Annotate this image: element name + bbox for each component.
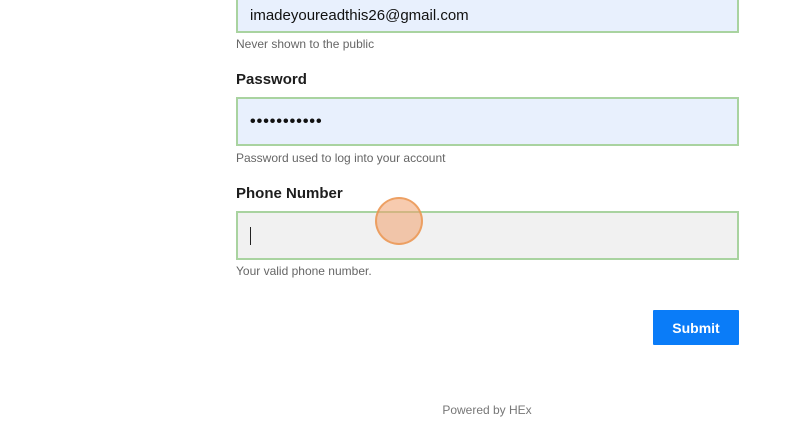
- page: imadeyoureadthis26@gmail.com Never shown…: [0, 0, 799, 437]
- password-value: •••••••••••: [250, 112, 323, 130]
- footer: Powered by HEx: [0, 403, 799, 417]
- phone-hint: Your valid phone number.: [236, 264, 372, 278]
- email-value: imadeyoureadthis26@gmail.com: [250, 7, 469, 24]
- password-hint: Password used to log into your account: [236, 151, 446, 165]
- password-input[interactable]: •••••••••••: [236, 97, 739, 146]
- click-indicator: [375, 197, 423, 245]
- phone-label: Phone Number: [236, 185, 343, 202]
- email-hint: Never shown to the public: [236, 37, 375, 51]
- phone-input[interactable]: [236, 211, 739, 260]
- powered-by-text: Powered by HEx: [442, 403, 532, 417]
- text-caret: [250, 226, 251, 245]
- submit-button[interactable]: Submit: [653, 310, 739, 345]
- email-input[interactable]: imadeyoureadthis26@gmail.com: [236, 0, 739, 33]
- password-label: Password: [236, 71, 307, 88]
